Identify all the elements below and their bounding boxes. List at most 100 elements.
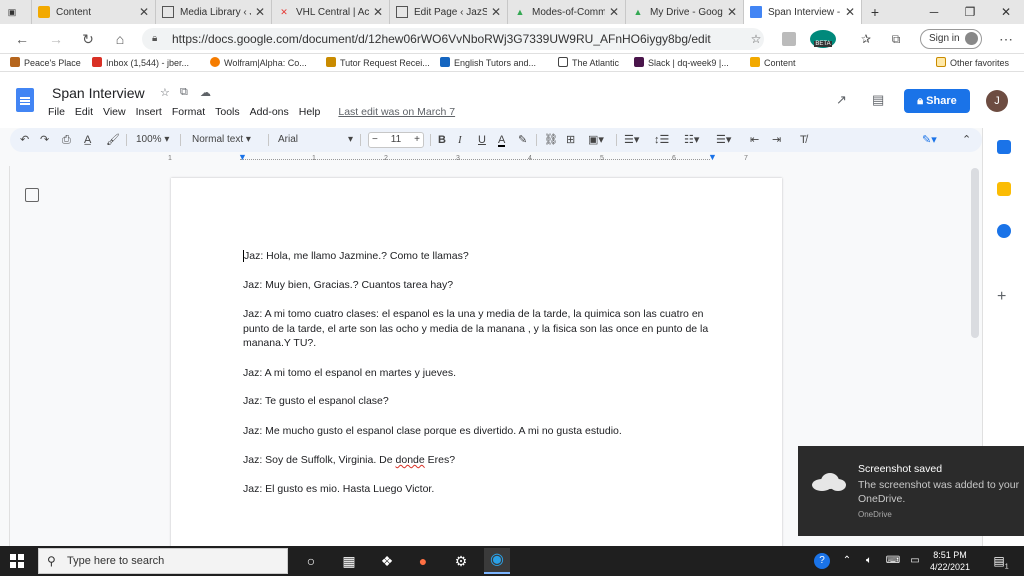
move-folder-icon[interactable]: ⧉ — [180, 86, 188, 99]
horizontal-ruler[interactable]: 1 ▼ 1 2 3 4 5 6 ▼ 7 — [168, 152, 788, 165]
close-tab-icon[interactable]: ✕ — [373, 5, 383, 19]
task-view-icon[interactable]: ○ — [302, 552, 320, 570]
text-color-icon[interactable]: A — [498, 133, 506, 147]
paragraph[interactable]: Jaz: A mi tomo el espanol en martes y ju… — [243, 366, 713, 381]
collapse-menu-icon[interactable]: ⌃ — [962, 133, 971, 147]
home-icon[interactable]: ⌂ — [110, 29, 130, 49]
link-icon[interactable]: ⛓ — [544, 133, 558, 147]
print-icon[interactable]: ⎙ — [62, 133, 71, 147]
browser-tab[interactable]: Edit Page ‹ JazSp ✕ — [390, 0, 508, 24]
keep-icon[interactable] — [997, 182, 1011, 196]
checklist-icon[interactable]: ☷▾ — [684, 133, 699, 147]
extension-icon[interactable] — [782, 32, 796, 46]
add-comment-icon[interactable]: ⊞ — [566, 133, 575, 147]
paragraph[interactable]: Jaz: Muy bien, Gracias.? Cuantos tarea h… — [243, 278, 713, 293]
minimize-icon[interactable]: ─ — [916, 0, 952, 24]
misspelled-word[interactable]: donde — [396, 454, 425, 466]
notification-center-icon[interactable]: ▤1 — [992, 552, 1010, 570]
volume-icon[interactable]: 🔈︎ — [860, 552, 878, 570]
tray-chevron-up-icon[interactable]: ⌃ — [838, 552, 856, 570]
screenshot-toast[interactable]: Screenshot saved The screenshot was adde… — [798, 446, 1024, 536]
bookmark-item[interactable]: Wolfram|Alpha: Co... — [210, 56, 307, 70]
line-spacing-icon[interactable]: ↕☰ — [654, 133, 669, 147]
refresh-icon[interactable]: ↻ — [78, 29, 98, 49]
bookmark-item[interactable]: Inbox (1,544) - jber... — [92, 56, 189, 70]
increase-font-icon[interactable]: + — [414, 133, 423, 147]
bookmark-item[interactable]: Slack | dq-week9 |... — [634, 56, 729, 70]
new-tab-button[interactable]: + — [862, 0, 888, 24]
comments-icon[interactable]: ▤ — [872, 92, 884, 108]
network-icon[interactable]: ▭ — [906, 552, 924, 570]
close-tab-icon[interactable]: ✕ — [255, 5, 265, 19]
menu-tools[interactable]: Tools — [215, 106, 240, 120]
font-select[interactable]: Arial ▾ — [278, 133, 353, 147]
other-favorites[interactable]: Other favorites — [936, 56, 1009, 70]
decrease-font-icon[interactable]: − — [369, 133, 378, 147]
vertical-scrollbar[interactable] — [971, 168, 979, 338]
spellcheck-icon[interactable]: A̲ — [84, 133, 91, 147]
back-arrow-icon[interactable]: ← — [12, 29, 32, 49]
sign-in-button[interactable]: Sign in — [920, 29, 982, 49]
redo-icon[interactable]: ↷ — [40, 133, 49, 147]
bold-icon[interactable]: B — [438, 133, 446, 147]
address-bar[interactable]: 🔒︎ https://docs.google.com/document/d/12… — [142, 28, 764, 50]
close-window-icon[interactable]: ✕ — [988, 0, 1024, 24]
brave-icon[interactable]: ● — [414, 552, 432, 570]
right-indent-marker-icon[interactable]: ▼ — [708, 152, 717, 162]
cloud-status-icon[interactable]: ☁ — [200, 86, 211, 99]
vertical-ruler[interactable] — [0, 166, 10, 546]
paragraph[interactable]: Jaz: Te gusto el espanol clase? — [243, 394, 713, 409]
bookmark-item[interactable]: Peace's Place — [10, 56, 81, 70]
paragraph[interactable]: Jaz: Soy de Suffolk, Virginia. De donde … — [243, 453, 713, 468]
star-icon[interactable]: ☆ — [160, 86, 170, 99]
store-icon[interactable]: ▦ — [340, 552, 358, 570]
add-addon-icon[interactable]: + — [997, 288, 1006, 306]
paragraph[interactable]: Jaz: Me mucho gusto el espanol clase por… — [243, 424, 713, 439]
zoom-select[interactable]: 100% ▾ — [136, 133, 169, 147]
settings-gear-icon[interactable]: ⚙ — [452, 552, 470, 570]
bookmark-item[interactable]: English Tutors and... — [440, 56, 536, 70]
calendar-icon[interactable] — [997, 140, 1011, 154]
paragraph[interactable]: Jaz: A mi tomo cuatro clases: el espanol… — [243, 307, 713, 351]
browser-tab[interactable]: Media Library ‹ Ja ✕ — [156, 0, 272, 24]
avatar[interactable]: J — [986, 90, 1008, 112]
edge-icon[interactable]: ◉ — [484, 548, 510, 574]
document-title[interactable]: Span Interview — [52, 85, 145, 101]
collections-icon[interactable]: ⧉ — [886, 29, 906, 49]
menu-view[interactable]: View — [103, 106, 126, 120]
browser-tab[interactable]: ▲ My Drive - Googl ✕ — [626, 0, 744, 24]
menu-insert[interactable]: Insert — [136, 106, 162, 120]
tab-actions-button[interactable]: ▣ — [0, 0, 32, 24]
highlight-icon[interactable]: ✎ — [518, 133, 527, 147]
font-size-stepper[interactable]: − 11 + — [368, 132, 424, 148]
restore-icon[interactable]: ❐ — [952, 0, 988, 24]
windows-start-icon[interactable] — [10, 554, 24, 568]
paragraph-style-select[interactable]: Normal text ▾ — [192, 133, 251, 147]
increase-indent-icon[interactable]: ⇥ — [772, 133, 781, 147]
bookmark-item[interactable]: Tutor Request Recei... — [326, 56, 430, 70]
menu-help[interactable]: Help — [299, 106, 321, 120]
paragraph[interactable]: Jaz: El gusto es mio. Hasta Luego Victor… — [243, 482, 713, 497]
close-tab-icon[interactable]: ✕ — [609, 5, 619, 19]
close-tab-icon[interactable]: ✕ — [727, 5, 737, 19]
menu-format[interactable]: Format — [172, 106, 205, 120]
decrease-indent-icon[interactable]: ⇤ — [750, 133, 759, 147]
browser-tab[interactable]: Content ✕ — [32, 0, 156, 24]
dropbox-icon[interactable]: ❖ — [378, 552, 396, 570]
browser-tab-active[interactable]: Span Interview - ✕ — [744, 0, 862, 24]
align-icon[interactable]: ☰▾ — [624, 133, 639, 147]
tasks-icon[interactable] — [997, 224, 1011, 238]
favorites-icon[interactable]: ✰ — [856, 29, 876, 49]
menu-addons[interactable]: Add-ons — [250, 106, 289, 120]
activity-trend-icon[interactable]: ↗ — [836, 92, 847, 108]
underline-icon[interactable]: U — [478, 133, 486, 147]
close-tab-icon[interactable]: ✕ — [139, 5, 149, 19]
beta-extension-icon[interactable]: BETA — [810, 30, 836, 48]
italic-icon[interactable]: I — [458, 133, 462, 147]
paint-format-icon[interactable]: 🖌︎ — [106, 133, 120, 147]
font-size-value[interactable]: 11 — [391, 134, 401, 145]
editing-mode-pencil-icon[interactable]: ✎▾ — [922, 133, 937, 147]
bulleted-list-icon[interactable]: ☰▾ — [716, 133, 731, 147]
insert-image-icon[interactable]: ▣▾ — [588, 133, 604, 147]
system-clock[interactable]: 8:51 PM 4/22/2021 — [930, 549, 970, 573]
